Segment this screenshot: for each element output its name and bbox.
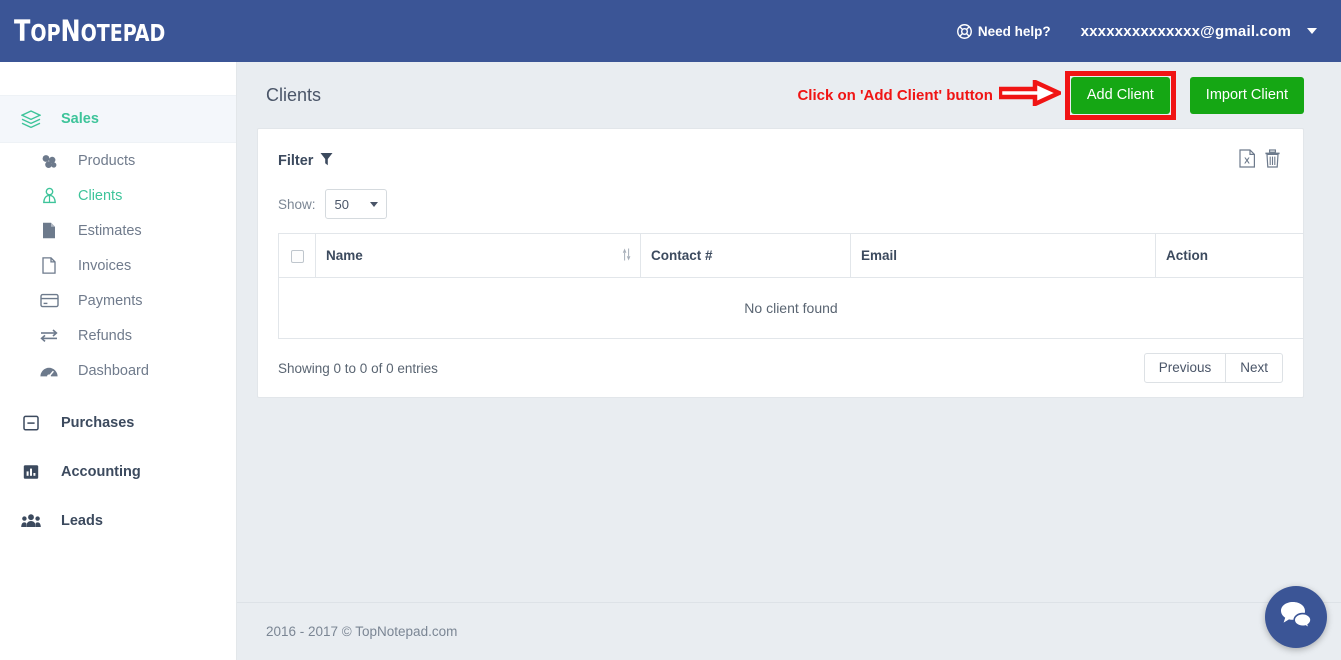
cubes-icon bbox=[36, 153, 62, 169]
select-all-checkbox[interactable] bbox=[291, 250, 304, 263]
file-outline-icon bbox=[36, 257, 62, 274]
sidebar: Sales Products bbox=[0, 62, 237, 660]
column-contact[interactable]: Contact # bbox=[641, 234, 851, 278]
footer-copyright: 2016 - 2017 © TopNotepad.com bbox=[266, 624, 457, 639]
column-select-all bbox=[279, 234, 316, 278]
minus-square-icon bbox=[17, 415, 45, 431]
need-help-link[interactable]: Need help? bbox=[957, 24, 1051, 39]
show-label: Show: bbox=[278, 197, 316, 212]
table-footer: Showing 0 to 0 of 0 entries Previous Nex… bbox=[258, 339, 1303, 383]
column-action: Action bbox=[1156, 234, 1304, 278]
sidebar-item-clients[interactable]: Clients bbox=[0, 178, 236, 213]
annotation-text: Click on 'Add Client' button bbox=[797, 87, 992, 104]
column-email[interactable]: Email bbox=[851, 234, 1156, 278]
delete-trash-icon[interactable] bbox=[1264, 149, 1281, 173]
logo-n: N bbox=[61, 14, 81, 48]
sidebar-item-accounting[interactable]: Accounting bbox=[0, 447, 236, 496]
show-entries-select[interactable]: 50 bbox=[325, 189, 387, 219]
sidebar-item-products[interactable]: Products bbox=[0, 143, 236, 178]
sidebar-item-purchases[interactable]: Purchases bbox=[0, 398, 236, 447]
logo-otepad: OTEPAD bbox=[81, 21, 166, 47]
life-ring-icon bbox=[957, 24, 972, 39]
pagination: Previous Next bbox=[1144, 353, 1283, 383]
header-right-group: Need help? xxxxxxxxxxxxxx@gmail.com bbox=[957, 0, 1341, 62]
logo-t: T bbox=[14, 14, 30, 48]
filter-label: Filter bbox=[278, 153, 313, 169]
sidebar-item-accounting-label: Accounting bbox=[61, 464, 141, 480]
sidebar-item-payments-label: Payments bbox=[78, 293, 142, 309]
import-client-button[interactable]: Import Client bbox=[1190, 77, 1304, 114]
pagination-previous[interactable]: Previous bbox=[1144, 353, 1227, 383]
clients-table-body: No client found bbox=[279, 278, 1304, 339]
logo-op: OP bbox=[30, 21, 60, 47]
clients-table-wrapper: Name Contact # bbox=[258, 219, 1303, 339]
clients-table-head: Name Contact # bbox=[279, 234, 1304, 278]
exchange-icon bbox=[36, 328, 62, 343]
sidebar-group-sales[interactable]: Sales bbox=[0, 95, 236, 143]
sidebar-item-products-label: Products bbox=[78, 153, 135, 169]
sidebar-top-spacer bbox=[0, 62, 236, 95]
empty-message: No client found bbox=[279, 278, 1304, 339]
add-client-highlight: Add Client bbox=[1065, 71, 1176, 120]
page-header: Clients Click on 'Add Client' button Add… bbox=[237, 62, 1341, 128]
column-name[interactable]: Name bbox=[316, 234, 641, 278]
svg-text:X: X bbox=[1244, 155, 1250, 165]
sidebar-item-dashboard-label: Dashboard bbox=[78, 363, 149, 379]
card-tools: X bbox=[1239, 149, 1281, 173]
file-filled-icon bbox=[36, 222, 62, 239]
sidebar-item-clients-label: Clients bbox=[78, 188, 122, 204]
page-actions: Click on 'Add Client' button Add Client … bbox=[797, 71, 1304, 120]
credit-card-icon bbox=[36, 293, 62, 308]
show-select-wrapper: 50 bbox=[325, 189, 387, 219]
sidebar-item-refunds-label: Refunds bbox=[78, 328, 132, 344]
sort-updown-icon bbox=[622, 247, 631, 264]
sidebar-item-leads[interactable]: Leads bbox=[0, 496, 236, 545]
column-name-label: Name bbox=[326, 248, 363, 263]
sidebar-item-payments[interactable]: Payments bbox=[0, 283, 236, 318]
chat-bubbles-icon bbox=[1279, 600, 1313, 635]
sidebar-item-purchases-label: Purchases bbox=[61, 415, 134, 431]
export-excel-icon[interactable]: X bbox=[1239, 149, 1256, 173]
top-header-bar: TOPNOTEPAD Need help? xxxxxxxxxxxxxx@gma… bbox=[0, 0, 1341, 62]
right-arrow-annotation bbox=[999, 80, 1061, 111]
user-menu-toggle[interactable] bbox=[1291, 0, 1333, 62]
user-tie-icon bbox=[36, 187, 62, 204]
filter-toggle[interactable]: Filter bbox=[278, 152, 333, 170]
table-empty-row: No client found bbox=[279, 278, 1304, 339]
main-content: Clients Click on 'Add Client' button Add… bbox=[237, 62, 1341, 660]
clients-card: Filter X bbox=[257, 128, 1304, 398]
page-footer: 2016 - 2017 © TopNotepad.com bbox=[237, 602, 1341, 660]
entries-info: Showing 0 to 0 of 0 entries bbox=[278, 361, 438, 376]
tachometer-icon bbox=[36, 363, 62, 379]
funnel-icon bbox=[320, 152, 333, 170]
show-entries-row: Show: 50 bbox=[258, 173, 1303, 219]
pagination-next[interactable]: Next bbox=[1226, 353, 1283, 383]
sidebar-item-invoices[interactable]: Invoices bbox=[0, 248, 236, 283]
sidebar-item-refunds[interactable]: Refunds bbox=[0, 318, 236, 353]
add-client-button[interactable]: Add Client bbox=[1071, 77, 1170, 114]
sidebar-item-leads-label: Leads bbox=[61, 513, 103, 529]
layers-icon bbox=[17, 110, 45, 129]
app-root: TOPNOTEPAD Need help? xxxxxxxxxxxxxx@gma… bbox=[0, 0, 1341, 660]
sidebar-item-invoices-label: Invoices bbox=[78, 258, 131, 274]
users-icon bbox=[17, 513, 45, 528]
sidebar-group-sales-label: Sales bbox=[61, 111, 99, 127]
sidebar-item-estimates-label: Estimates bbox=[78, 223, 142, 239]
sidebar-item-dashboard[interactable]: Dashboard bbox=[0, 353, 236, 388]
card-header: Filter X bbox=[258, 129, 1303, 173]
user-email-label[interactable]: xxxxxxxxxxxxxx@gmail.com bbox=[1081, 23, 1291, 40]
app-logo[interactable]: TOPNOTEPAD bbox=[14, 14, 165, 48]
need-help-label: Need help? bbox=[978, 24, 1051, 39]
sidebar-item-estimates[interactable]: Estimates bbox=[0, 213, 236, 248]
table-header-row: Name Contact # bbox=[279, 234, 1304, 278]
clients-table: Name Contact # bbox=[278, 233, 1304, 339]
page-title: Clients bbox=[266, 85, 321, 106]
chevron-down-icon bbox=[1307, 28, 1317, 34]
chat-widget-button[interactable] bbox=[1265, 586, 1327, 648]
chart-bar-icon bbox=[17, 464, 45, 480]
